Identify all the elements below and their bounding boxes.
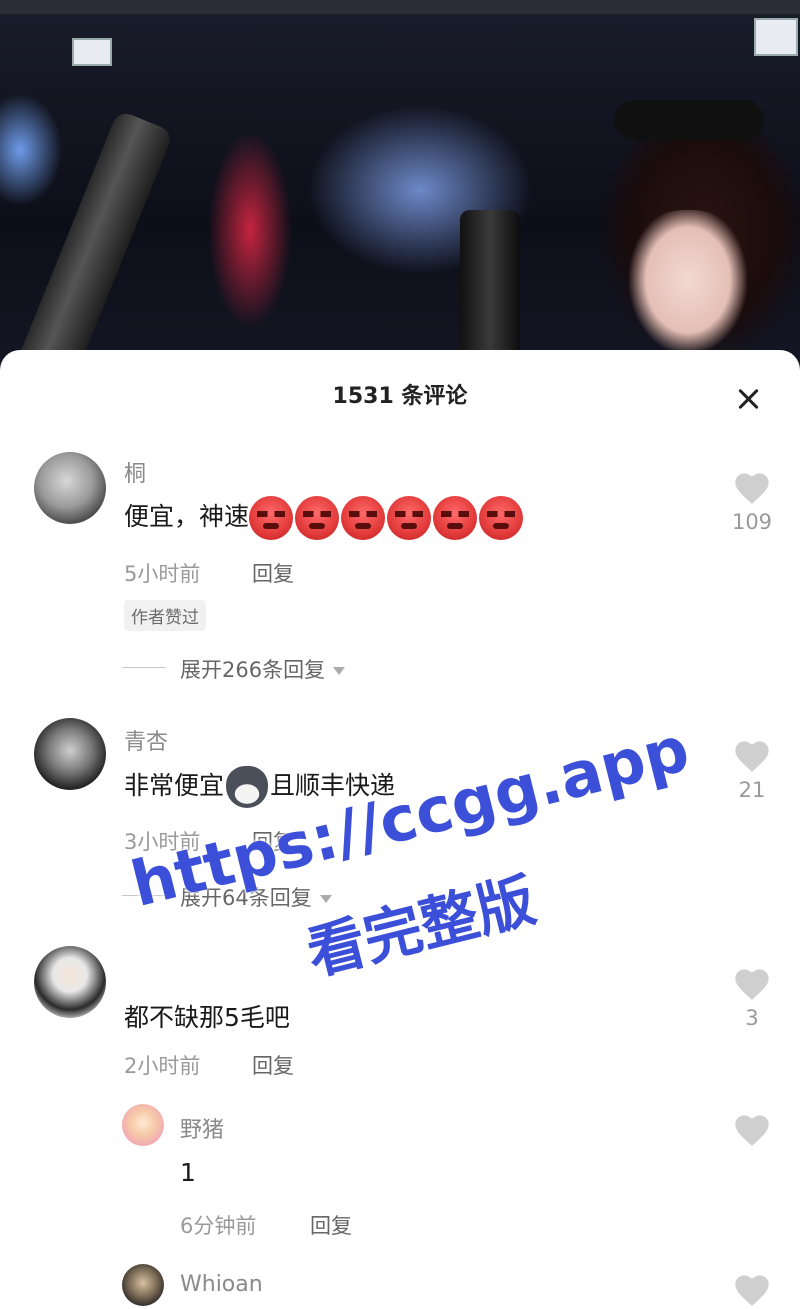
comment-username[interactable]: 青杏 bbox=[124, 724, 168, 756]
like-count: 109 bbox=[731, 510, 773, 534]
background-prop bbox=[5, 109, 175, 372]
avatar[interactable] bbox=[34, 718, 106, 790]
reply-button[interactable]: 回复 bbox=[252, 1050, 294, 1080]
heart-icon[interactable] bbox=[733, 1272, 771, 1308]
comment-text-before: 非常便宜 bbox=[124, 771, 225, 800]
angry-emoji-icon bbox=[479, 496, 524, 540]
video-frame-bar bbox=[0, 0, 800, 14]
reply-button[interactable]: 回复 bbox=[310, 1210, 352, 1240]
angry-emoji-icon bbox=[295, 496, 340, 540]
angry-emoji-icon bbox=[341, 496, 386, 540]
avatar[interactable] bbox=[122, 1264, 164, 1306]
comment-username[interactable]: 桐 bbox=[124, 456, 146, 488]
angry-emoji-icon bbox=[387, 496, 432, 540]
expand-replies-button[interactable]: 展开266条回复 bbox=[180, 654, 346, 684]
reply-time: 6分钟前 bbox=[180, 1214, 257, 1238]
video-preview[interactable] bbox=[0, 0, 800, 372]
avatar[interactable] bbox=[34, 452, 106, 524]
comment-text: 便宜，神速 bbox=[124, 496, 525, 540]
heart-icon[interactable] bbox=[733, 966, 771, 1002]
reply-username[interactable]: 野猪 bbox=[180, 1112, 224, 1144]
chevron-down-icon bbox=[333, 667, 346, 675]
comment-text-content: 便宜，神速 bbox=[124, 502, 250, 531]
like-count: 3 bbox=[745, 1006, 759, 1030]
avatar[interactable] bbox=[122, 1104, 164, 1146]
expand-replies-label: 展开266条回复 bbox=[180, 658, 326, 682]
background-prop bbox=[460, 210, 520, 372]
comment-time: 5小时前 bbox=[124, 562, 201, 586]
reply-text: 1 bbox=[180, 1158, 196, 1187]
comment-time: 2小时前 bbox=[124, 1054, 201, 1078]
heart-icon[interactable] bbox=[733, 470, 771, 506]
background-window bbox=[72, 38, 112, 66]
expand-divider bbox=[122, 667, 166, 668]
author-liked-badge: 作者赞过 bbox=[124, 600, 206, 631]
angry-emoji-group bbox=[249, 496, 525, 540]
reply-username[interactable]: Whioan bbox=[180, 1272, 263, 1297]
close-icon[interactable] bbox=[730, 382, 766, 418]
reply-button[interactable]: 回复 bbox=[252, 558, 294, 588]
person-face bbox=[628, 210, 748, 360]
angry-emoji-icon bbox=[433, 496, 478, 540]
cat-emoji-icon bbox=[226, 766, 269, 808]
angry-emoji-icon bbox=[249, 496, 294, 540]
person-sunglasses bbox=[614, 100, 764, 140]
background-window bbox=[754, 18, 798, 56]
heart-icon[interactable] bbox=[733, 1112, 771, 1148]
comment-count-title: 1531 条评论 bbox=[332, 384, 468, 409]
